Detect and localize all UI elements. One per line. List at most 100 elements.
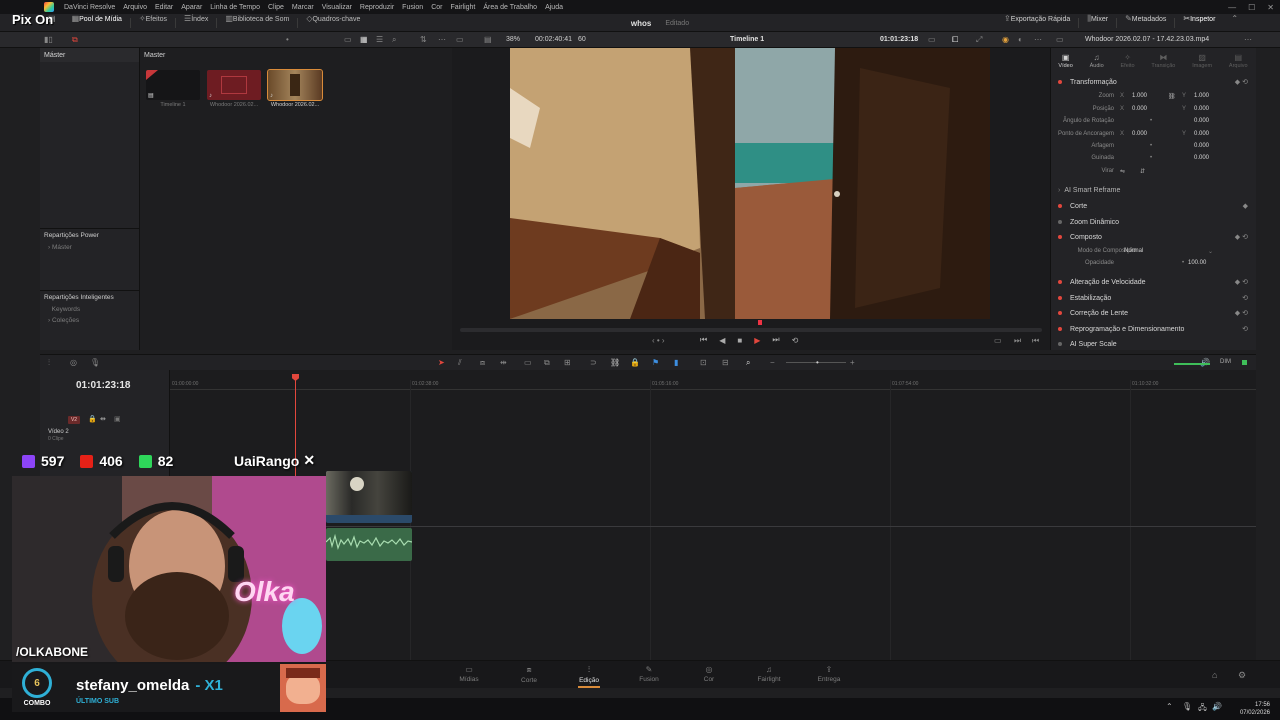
smart-bin-keywords[interactable]: Keywords <box>40 304 140 315</box>
tray-chevron-icon[interactable]: ⌃ <box>1166 702 1173 711</box>
snapping-icon[interactable]: ⊃ <box>590 358 597 367</box>
section-lens-correction[interactable]: Correção de Lente ◆ ⟲ <box>1058 307 1254 319</box>
marker-icon[interactable]: ▮ <box>674 358 678 367</box>
menu-view[interactable]: Visualizar <box>318 4 356 11</box>
reset-icon[interactable]: ◆ ⟲ <box>1235 278 1248 286</box>
timeline-name[interactable]: Timeline 1 <box>730 36 764 43</box>
thumbnail-view-icon[interactable]: ▦ <box>360 35 368 44</box>
dim-button[interactable]: DIM <box>1220 359 1231 365</box>
overwrite-clip-icon[interactable]: ⧉ <box>544 358 550 368</box>
play-icon[interactable]: ▶ <box>754 336 760 345</box>
keyframe-icon[interactable]: ◆ <box>1243 202 1248 210</box>
bin-list-toggle-icon[interactable]: ▮▯ <box>44 35 53 44</box>
home-icon[interactable]: ⌂ <box>1212 670 1217 680</box>
dual-viewer-icon[interactable]: ▤ <box>484 35 492 44</box>
reset-icon[interactable]: ◆ ⟲ <box>1235 78 1248 86</box>
search-icon[interactable]: ⌕ <box>392 35 396 45</box>
track-v2-badge[interactable]: V2 <box>68 416 80 424</box>
menu-file[interactable]: Arquivo <box>119 4 151 11</box>
minimize-icon[interactable]: — <box>1228 3 1236 12</box>
zoom-out-icon[interactable]: − <box>770 358 775 367</box>
video-audio-divider[interactable] <box>170 526 1256 527</box>
viewer-layout-icon[interactable]: ▭ <box>456 35 464 44</box>
transform-overlay-icon[interactable]: ⤢ <box>976 35 982 45</box>
menu-help[interactable]: Ajuda <box>541 4 567 11</box>
flag-icon[interactable]: ⚑ <box>652 358 659 367</box>
yaw-input[interactable]: 0.000 <box>1194 155 1209 161</box>
opacity-slider[interactable]: • <box>1182 260 1184 266</box>
section-dynamic-zoom[interactable]: Zoom Dinâmico <box>1058 216 1254 228</box>
play-reverse-icon[interactable]: ◀ <box>719 336 725 345</box>
menu-fusion[interactable]: Fusion <box>398 4 427 11</box>
position-x-input[interactable]: 0.000 <box>1132 106 1147 112</box>
microphone-icon[interactable]: 🎙 <box>90 358 100 367</box>
power-bins-master[interactable]: › Máster <box>40 242 140 253</box>
menu-app[interactable]: DaVinci Resolve <box>60 4 119 11</box>
effects-button[interactable]: ✧Efeitos <box>131 14 175 32</box>
section-stabilization[interactable]: Estabilização ⟲ <box>1058 292 1254 304</box>
page-tab-fusion[interactable]: ✎ Fusion <box>629 665 669 683</box>
menu-color[interactable]: Cor <box>427 4 446 11</box>
volume-tray-icon[interactable]: 🔊 <box>1212 702 1222 711</box>
flip-horizontal-icon[interactable]: ⇋ <box>1120 168 1125 175</box>
full-extent-zoom-icon[interactable]: ⊡ <box>700 358 707 367</box>
size-slider-icon[interactable]: • <box>286 35 289 44</box>
tab-audio[interactable]: ♫ Áudio <box>1090 53 1104 69</box>
next-clip-icon[interactable]: ⏮ <box>1032 336 1039 346</box>
maximize-icon[interactable]: ☐ <box>1248 3 1255 12</box>
track-name[interactable]: Vídeo 2 <box>48 429 69 435</box>
close-icon[interactable]: ✕ <box>1267 3 1274 12</box>
fullscreen-icon[interactable]: ⧠ <box>952 35 958 45</box>
timeline-audio-clip[interactable] <box>326 528 412 561</box>
insert-clip-icon[interactable]: ▭ <box>524 358 532 367</box>
metadata-view-icon[interactable]: ▭ <box>344 35 352 44</box>
section-composite[interactable]: Composto ◆ ⟲ <box>1058 231 1254 243</box>
menu-fairlight[interactable]: Fairlight <box>446 4 479 11</box>
zoom-y-input[interactable]: 1.000 <box>1194 93 1209 99</box>
enabled-dot[interactable] <box>1058 311 1062 315</box>
position-y-input[interactable]: 0.000 <box>1194 106 1209 112</box>
selection-tool-icon[interactable]: ➤ <box>438 358 445 367</box>
section-crop[interactable]: Corte ◆ <box>1058 200 1254 212</box>
enabled-dot[interactable] <box>1058 327 1062 331</box>
disabled-dot[interactable] <box>1058 220 1062 224</box>
viewer-options-icon[interactable]: ▭ <box>928 35 936 44</box>
menu-workspace[interactable]: Área de Trabalho <box>479 4 541 11</box>
clip-whodoor-audio[interactable]: ♪ Whodoor 2026.02... <box>207 70 261 110</box>
sound-library-button[interactable]: ▥Biblioteca de Som <box>217 14 297 32</box>
system-clock[interactable]: 17:56 07/02/2026 <box>1240 701 1270 717</box>
tab-transition[interactable]: ⧓ Transição <box>1151 53 1175 69</box>
dynamic-trim-icon[interactable]: ⇹ <box>500 358 507 367</box>
enabled-dot[interactable] <box>1058 80 1062 84</box>
tab-video[interactable]: ▣ Vídeo <box>1058 53 1072 69</box>
menu-mark[interactable]: Marcar <box>288 4 318 11</box>
composite-mode-select[interactable]: Normal <box>1124 248 1143 254</box>
detail-zoom-icon[interactable]: ⊟ <box>722 358 729 367</box>
flip-vertical-icon[interactable]: ⇵ <box>1140 168 1145 175</box>
menu-playback[interactable]: Reproduzir <box>356 4 398 11</box>
metadata-button[interactable]: ✎Metadados <box>1117 14 1174 32</box>
reset-icon[interactable]: ◆ ⟲ <box>1235 309 1248 317</box>
timeline-view-options-icon[interactable]: ⫶ <box>48 358 50 368</box>
go-to-start-icon[interactable]: ⏮ <box>700 335 707 345</box>
viewer-zoom[interactable]: 38% <box>506 36 520 43</box>
timeline-video-clip[interactable] <box>326 471 412 523</box>
page-tab-fairlight[interactable]: ♫ Fairlight <box>749 665 789 683</box>
jog-wheel-icon[interactable]: ‹ • › <box>652 336 665 345</box>
link-icon[interactable]: ⛓ <box>1168 93 1176 100</box>
reset-icon[interactable]: ⟲ <box>1242 325 1248 333</box>
settings-gear-icon[interactable]: ⚙ <box>1238 670 1246 681</box>
microphone-tray-icon[interactable]: 🎙 <box>1182 702 1192 711</box>
enabled-dot[interactable] <box>1058 204 1062 208</box>
enabled-dot[interactable] <box>1058 235 1062 239</box>
section-smart-reframe[interactable]: › AI Smart Reframe <box>1058 184 1254 196</box>
disabled-dot[interactable] <box>1058 342 1062 346</box>
scrubber-playhead[interactable] <box>758 320 762 325</box>
blade-tool-icon[interactable]: ⧈ <box>480 358 485 368</box>
menu-edit[interactable]: Editar <box>151 4 177 11</box>
zoom-x-input[interactable]: 1.000 <box>1132 93 1147 99</box>
viewer-scrubber[interactable] <box>460 328 1042 332</box>
inspector-pin-icon[interactable]: ▭ <box>1056 35 1064 44</box>
position-lock-icon[interactable]: 🔒 <box>630 358 640 367</box>
expand-button[interactable]: ⌃ <box>1223 14 1246 32</box>
